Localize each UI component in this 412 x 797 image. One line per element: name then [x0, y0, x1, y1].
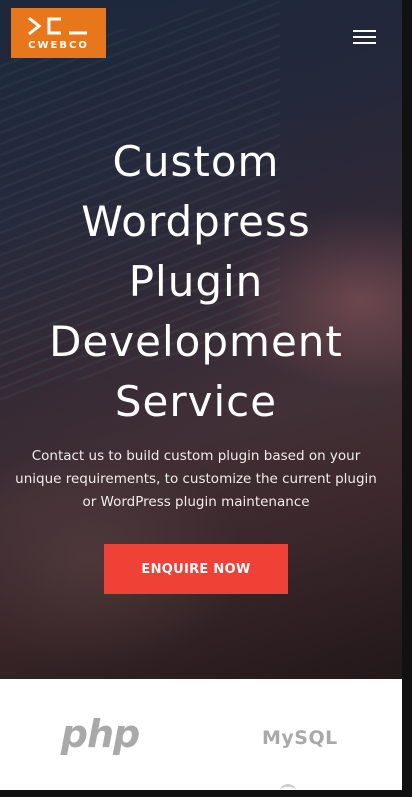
enquire-now-button[interactable]: ENQUIRE NOW: [104, 544, 288, 594]
php-logo: php: [60, 712, 140, 756]
partial-logo-icon: [280, 784, 296, 797]
hero-title-line: Plugin: [128, 257, 264, 306]
hero-section: CWEBCO Custom Wordpress Plugin Developme…: [0, 0, 402, 679]
menu-line: [353, 36, 376, 38]
logo-text: CWEBCO: [28, 40, 89, 51]
mysql-logo: MySQL: [262, 727, 338, 749]
hero-title-line: Service: [114, 377, 278, 426]
brand-logo[interactable]: CWEBCO: [11, 8, 106, 58]
logo-mark-icon: [28, 16, 87, 36]
hero-title-line: Development: [49, 317, 343, 366]
scrollbar[interactable]: [402, 0, 412, 790]
menu-line: [353, 30, 376, 32]
page: CWEBCO Custom Wordpress Plugin Developme…: [0, 0, 402, 790]
hero-title: Custom Wordpress Plugin Development Serv…: [0, 132, 392, 432]
hero-title-line: Custom: [112, 137, 280, 186]
hamburger-menu-icon[interactable]: [353, 30, 376, 46]
hero-title-line: Wordpress: [81, 197, 311, 246]
hero-description: Contact us to build custom plugin based …: [15, 448, 377, 510]
menu-line: [353, 42, 376, 44]
